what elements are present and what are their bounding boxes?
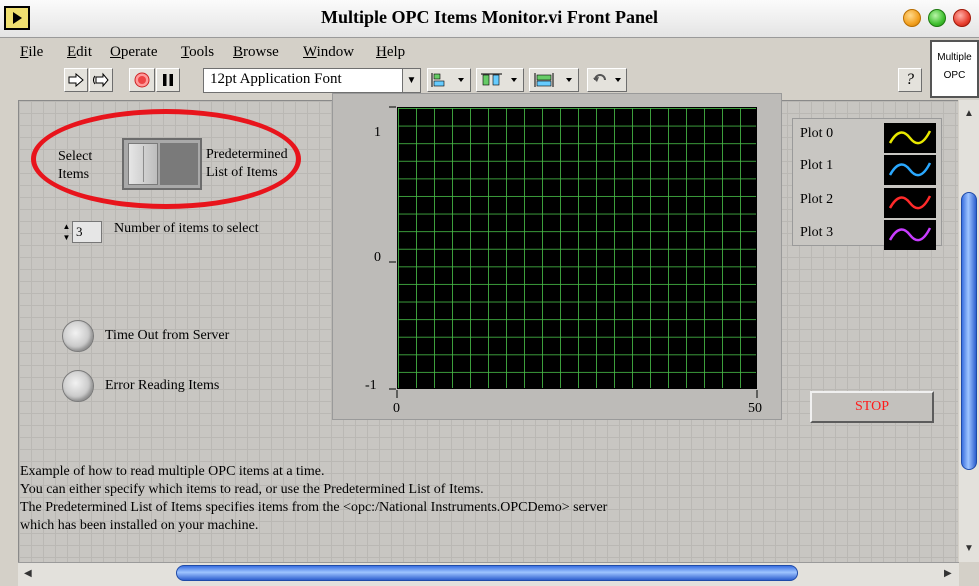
legend-plot-1-swatch[interactable] bbox=[884, 155, 936, 185]
x-tick-label: 0 bbox=[393, 401, 400, 416]
vi-description-text: Example of how to read multiple OPC item… bbox=[20, 463, 607, 535]
resize-objects-button[interactable] bbox=[529, 68, 579, 92]
reorder-icon bbox=[593, 74, 621, 82]
scroll-right-arrow-icon[interactable]: ▶ bbox=[944, 568, 952, 579]
error-label: Error Reading Items bbox=[105, 378, 220, 393]
horizontal-scroll-thumb[interactable] bbox=[176, 565, 798, 581]
align-objects-button[interactable] bbox=[427, 68, 471, 92]
menu-bar: File Edit Operate Tools Browse Window He… bbox=[0, 42, 925, 64]
pause-icon bbox=[163, 74, 173, 86]
stop-button[interactable]: STOP bbox=[810, 391, 934, 423]
menu-operate[interactable]: Operate bbox=[110, 44, 157, 61]
description-line: The Predetermined List of Items specifie… bbox=[20, 500, 608, 515]
legend-plot-0-swatch[interactable] bbox=[884, 123, 936, 153]
number-of-items-label: Number of items to select bbox=[114, 221, 259, 236]
y-tick-label: 1 bbox=[374, 125, 381, 140]
toggle-right-paddle bbox=[160, 143, 198, 185]
switch-label-predetermined: Predetermined List of Items bbox=[206, 147, 288, 180]
legend-plot-1-label: Plot 1 bbox=[800, 158, 834, 173]
menu-file[interactable]: File bbox=[20, 44, 43, 61]
scroll-down-arrow-icon[interactable]: ▼ bbox=[964, 543, 974, 554]
maximize-button[interactable] bbox=[928, 9, 946, 27]
menu-help[interactable]: Help bbox=[376, 44, 405, 61]
description-line: You can either specify which items to re… bbox=[20, 482, 484, 497]
pause-button[interactable] bbox=[156, 68, 180, 92]
run-arrow-icon bbox=[68, 73, 84, 87]
vi-icon-text-line1: Multiple bbox=[937, 52, 972, 63]
error-led-indicator bbox=[62, 370, 94, 402]
item-source-toggle-switch[interactable] bbox=[122, 138, 202, 190]
abort-stop-icon bbox=[134, 72, 150, 88]
legend-plot-2-label: Plot 2 bbox=[800, 192, 834, 207]
abort-button[interactable] bbox=[129, 68, 155, 92]
legend-plot-3-label: Plot 3 bbox=[800, 225, 834, 240]
vertical-scroll-thumb[interactable] bbox=[961, 192, 977, 470]
resize-objects-icon bbox=[534, 73, 572, 87]
help-question-icon: ? bbox=[906, 71, 914, 88]
number-of-items-value[interactable]: 3 bbox=[72, 221, 102, 243]
run-continuously-icon bbox=[93, 72, 109, 88]
menu-browse[interactable]: Browse bbox=[233, 44, 279, 61]
context-help-button[interactable]: ? bbox=[898, 68, 922, 92]
window-title: Multiple OPC Items Monitor.vi Front Pane… bbox=[321, 7, 658, 27]
legend-plot-2-swatch[interactable] bbox=[884, 188, 936, 218]
font-selector-value: 12pt Application Font bbox=[210, 71, 342, 87]
align-objects-icon bbox=[431, 73, 464, 87]
vi-icon-text-line2: OPC bbox=[943, 70, 966, 81]
menu-window[interactable]: Window bbox=[303, 44, 354, 61]
legend-plot-3-swatch[interactable] bbox=[884, 220, 936, 250]
switch-label-select-items: Select Items bbox=[58, 149, 93, 182]
toggle-left-paddle bbox=[128, 143, 158, 185]
legend-plot-0-label: Plot 0 bbox=[800, 126, 834, 141]
description-line: Example of how to read multiple OPC item… bbox=[20, 464, 325, 479]
increment-decrement-icon[interactable]: ▲ ▼ bbox=[62, 221, 71, 243]
title-bar: Multiple OPC Items Monitor.vi Front Pane… bbox=[0, 0, 979, 38]
distribute-objects-icon bbox=[481, 73, 517, 86]
toolbar: 12pt Application Font ▼ ? bbox=[0, 66, 930, 96]
font-selector[interactable]: 12pt Application Font ▼ bbox=[203, 68, 421, 93]
y-tick-label: 0 bbox=[374, 250, 381, 265]
timeout-label: Time Out from Server bbox=[105, 328, 230, 343]
chevron-down-icon[interactable]: ▼ bbox=[402, 69, 420, 92]
panel-left-margin bbox=[0, 100, 18, 562]
y-tick-label: -1 bbox=[365, 378, 377, 393]
close-button[interactable] bbox=[953, 9, 971, 27]
description-line: which has been installed on your machine… bbox=[20, 518, 259, 533]
reorder-button[interactable] bbox=[587, 68, 627, 92]
vi-connector-icon[interactable]: Multiple OPC bbox=[930, 40, 979, 98]
distribute-objects-button[interactable] bbox=[476, 68, 524, 92]
menu-tools[interactable]: Tools bbox=[181, 44, 214, 61]
minimize-button[interactable] bbox=[903, 9, 921, 27]
timeout-led-indicator bbox=[62, 320, 94, 352]
menu-edit[interactable]: Edit bbox=[67, 44, 92, 61]
run-continuously-button[interactable] bbox=[89, 68, 113, 92]
waveform-chart-plot-area[interactable] bbox=[397, 107, 757, 389]
x-tick-label: 50 bbox=[748, 401, 762, 416]
run-button[interactable] bbox=[64, 68, 88, 92]
number-of-items-control[interactable]: ▲ ▼ 3 bbox=[62, 221, 102, 243]
scroll-up-arrow-icon[interactable]: ▲ bbox=[964, 108, 974, 119]
scroll-left-arrow-icon[interactable]: ◀ bbox=[24, 568, 32, 579]
